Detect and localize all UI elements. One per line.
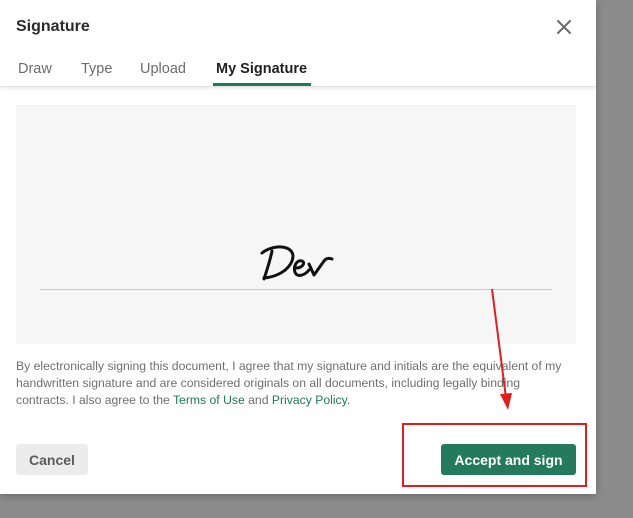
cancel-button[interactable]: Cancel [16, 444, 88, 475]
close-icon [557, 20, 571, 34]
privacy-policy-link[interactable]: Privacy Policy [272, 393, 347, 407]
terms-of-use-link[interactable]: Terms of Use [173, 393, 245, 407]
legal-and-text: and [244, 393, 272, 407]
tab-draw[interactable]: Draw [18, 61, 52, 77]
signature-preview [16, 105, 576, 344]
legal-end-text: . [346, 393, 351, 407]
tab-upload[interactable]: Upload [140, 61, 186, 77]
accept-and-sign-button[interactable]: Accept and sign [441, 444, 576, 475]
tab-my-signature[interactable]: My Signature [216, 61, 307, 77]
legal-disclaimer: By electronically signing this document,… [16, 358, 576, 409]
dialog-title: Signature [16, 18, 90, 35]
close-button[interactable] [551, 14, 577, 40]
signature-dialog: Signature Draw Type Upload My Signature … [0, 0, 596, 494]
signature-image [260, 245, 334, 281]
signature-baseline [40, 289, 552, 290]
signature-tabs: Draw Type Upload My Signature [0, 52, 596, 87]
active-tab-indicator [213, 83, 311, 86]
tab-type[interactable]: Type [81, 61, 112, 77]
